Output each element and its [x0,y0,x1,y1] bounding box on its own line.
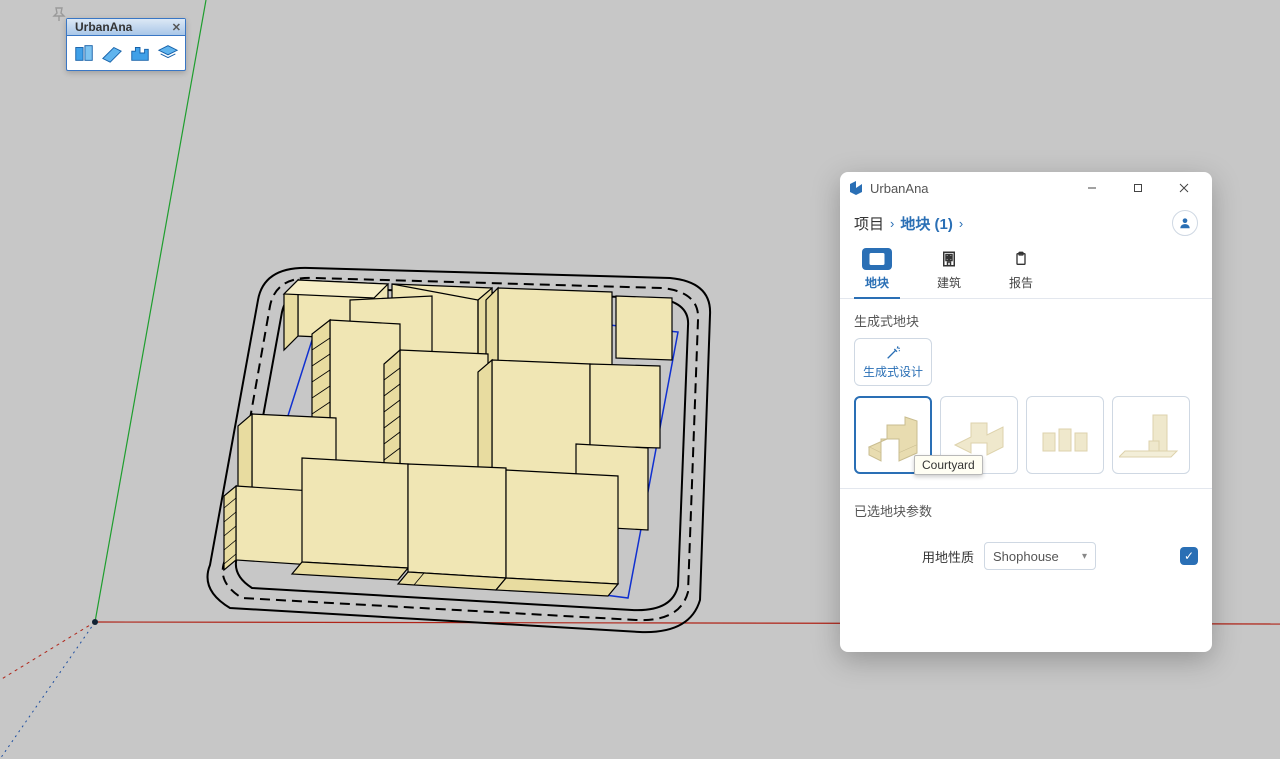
close-button[interactable] [1164,172,1204,204]
tab-label: 地块 [865,274,889,291]
chevron-right-icon: › [890,216,894,231]
breadcrumb: 项目 › 地块 (1) › [854,208,1198,242]
landuse-select[interactable]: Shophouse ▾ [984,542,1096,570]
tab-report[interactable]: 报告 [998,248,1044,298]
minimize-button[interactable] [1072,172,1112,204]
panel-titlebar[interactable]: UrbanAna [840,172,1212,204]
param-landuse-row: 用地性质 Shophouse ▾ ✓ [854,528,1198,570]
axis-green [95,0,206,622]
road-tool-button[interactable] [99,40,125,66]
param-landuse-label: 用地性质 [854,547,974,566]
generate-design-button[interactable]: 生成式设计 [854,338,932,386]
urbanana-toolbar[interactable]: UrbanAna ✕ [66,18,186,71]
breadcrumb-current[interactable]: 地块 (1) [900,213,953,234]
building-tab-icon [934,248,964,270]
generate-button-label: 生成式设计 [863,363,923,380]
toolbar-close-icon[interactable]: ✕ [172,21,181,34]
toolbar-body [67,36,185,70]
report-tab-icon [1006,248,1036,270]
pin-icon [50,6,66,22]
breadcrumb-root[interactable]: 项目 [854,213,884,234]
tab-building[interactable]: 建筑 [926,248,972,298]
tab-label: 报告 [1009,274,1033,291]
typology-tower[interactable] [1112,396,1190,474]
axis-red-dashed [0,622,95,680]
tab-label: 建筑 [937,274,961,291]
parcel-tab-icon [862,248,892,270]
typology-block[interactable] [1026,396,1104,474]
layer-tool-button[interactable] [155,40,181,66]
panel-tabs: 地块 建筑 报告 [840,242,1212,299]
maximize-button[interactable] [1118,172,1158,204]
magic-wand-icon [885,345,901,361]
building-massing [224,280,672,596]
parcel-tool-button[interactable] [71,40,97,66]
axis-blue-dashed [0,622,95,759]
toolbar-header[interactable]: UrbanAna ✕ [67,19,185,36]
typology-tooltip: Courtyard [914,455,983,475]
section-params-title: 已选地块参数 [854,489,1198,528]
origin-dot [92,619,98,625]
chevron-right-icon: › [959,216,963,231]
urbanana-panel: UrbanAna 项目 › 地块 (1) › 地块 [840,172,1212,652]
user-avatar-button[interactable] [1172,210,1198,236]
sketchup-logo-icon [848,180,864,196]
landuse-select-value: Shophouse [993,549,1059,564]
chevron-down-icon: ▾ [1082,551,1087,562]
section-generative-title: 生成式地块 [854,299,1198,338]
landuse-checkbox[interactable]: ✓ [1180,547,1198,565]
toolbar-title: UrbanAna [75,20,132,34]
panel-title: UrbanAna [870,181,929,196]
city-tool-button[interactable] [127,40,153,66]
typology-thumbnails: Courtyard [854,396,1198,474]
tab-parcel[interactable]: 地块 [854,248,900,299]
